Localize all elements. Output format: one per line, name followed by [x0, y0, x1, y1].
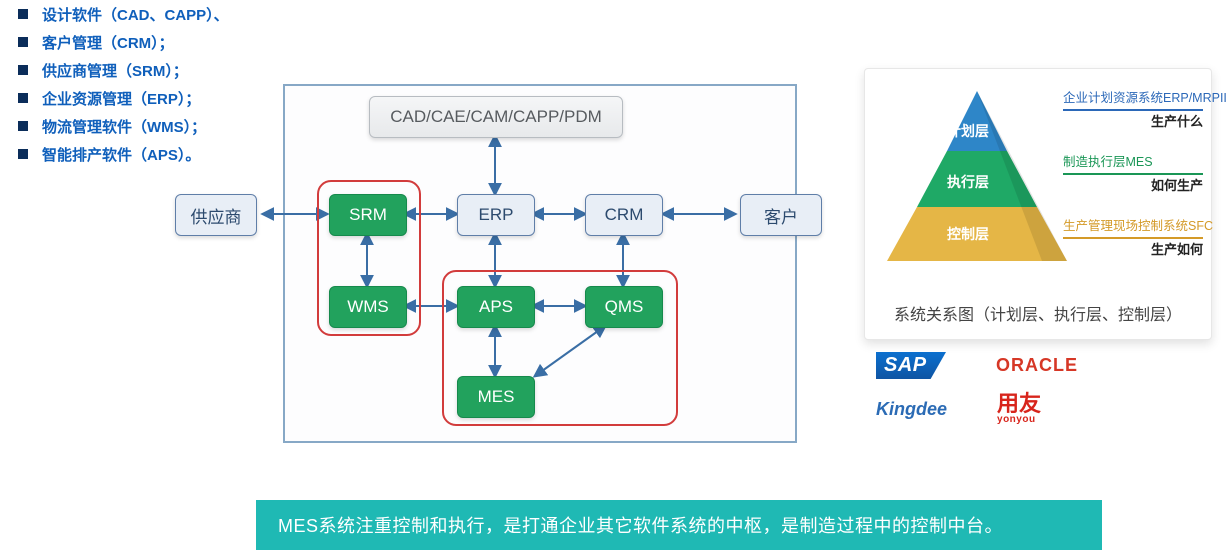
logo-kingdee: Kingdee — [876, 399, 947, 420]
list-item-label: 设计软件（CAD、CAPP）、 — [42, 4, 229, 25]
node-crm: CRM — [585, 194, 663, 236]
list-item-label: 物流管理软件（WMS）； — [42, 116, 206, 137]
bullet-square-icon — [18, 37, 28, 47]
list-item: 智能排产软件（APS）。 — [18, 140, 268, 168]
logos-area: SAP ORACLE Kingdee 用友 yonyou — [876, 352, 1206, 439]
pyramid-panel: 计划层 执行层 控制层 企业计划资源系统ERP/MRPII 生产什么 制造执行层… — [864, 68, 1212, 340]
logo-yonyou-cn: 用友 — [997, 391, 1041, 416]
bottom-banner: MES系统注重控制和执行，是打通企业其它软件系统的中枢，是制造过程中的控制中台。 — [256, 500, 1102, 550]
legend-erp-bottom: 生产什么 — [1151, 111, 1203, 130]
slide: 设计软件（CAD、CAPP）、 客户管理（CRM）； 供应商管理（SRM）； 企… — [0, 0, 1232, 550]
list-item: 企业资源管理（ERP）； — [18, 84, 268, 112]
list-item: 供应商管理（SRM）； — [18, 56, 268, 84]
list-item-label: 企业资源管理（ERP）； — [42, 88, 200, 109]
legend-mes-bottom: 如何生产 — [1151, 175, 1203, 194]
systems-diagram: CAD/CAE/CAM/CAPP/PDM SRM ERP CRM WMS APS… — [283, 84, 797, 443]
pyramid-tier-2-label: 执行层 — [947, 172, 989, 192]
node-erp: ERP — [457, 194, 535, 236]
bullet-list: 设计软件（CAD、CAPP）、 客户管理（CRM）； 供应商管理（SRM）； 企… — [18, 0, 268, 168]
legend-line-2 — [1063, 157, 1203, 175]
bullet-square-icon — [18, 9, 28, 19]
list-item: 物流管理软件（WMS）； — [18, 112, 268, 140]
node-cad-cae-cam-capp-pdm: CAD/CAE/CAM/CAPP/PDM — [369, 96, 623, 138]
list-item: 客户管理（CRM）； — [18, 28, 268, 56]
list-item-label: 供应商管理（SRM）； — [42, 60, 188, 81]
bullet-square-icon — [18, 121, 28, 131]
node-srm: SRM — [329, 194, 407, 236]
legend-line-3 — [1063, 221, 1203, 239]
bullet-square-icon — [18, 65, 28, 75]
logo-oracle: ORACLE — [996, 355, 1078, 376]
list-item-label: 智能排产软件（APS）。 — [42, 144, 200, 165]
node-mes: MES — [457, 376, 535, 418]
node-supplier: 供应商 — [175, 194, 257, 236]
node-qms: QMS — [585, 286, 663, 328]
pyramid-tier-3-label: 控制层 — [947, 224, 989, 244]
bullet-square-icon — [18, 149, 28, 159]
pyramid-caption: 系统关系图（计划层、执行层、控制层） — [865, 301, 1211, 325]
logo-yonyou: 用友 yonyou — [997, 393, 1041, 425]
pyramid-tier-1-label: 计划层 — [947, 121, 989, 141]
legend-sfc-bottom: 生产如何 — [1151, 239, 1203, 258]
list-item-label: 客户管理（CRM）； — [42, 32, 174, 53]
node-wms: WMS — [329, 286, 407, 328]
legend-line-1 — [1063, 93, 1203, 111]
logo-yonyou-en: yonyou — [997, 415, 1041, 425]
logo-sap: SAP — [876, 352, 946, 379]
node-customer: 客户 — [740, 194, 822, 236]
list-item: 设计软件（CAD、CAPP）、 — [18, 0, 268, 28]
bullet-square-icon — [18, 93, 28, 103]
node-aps: APS — [457, 286, 535, 328]
